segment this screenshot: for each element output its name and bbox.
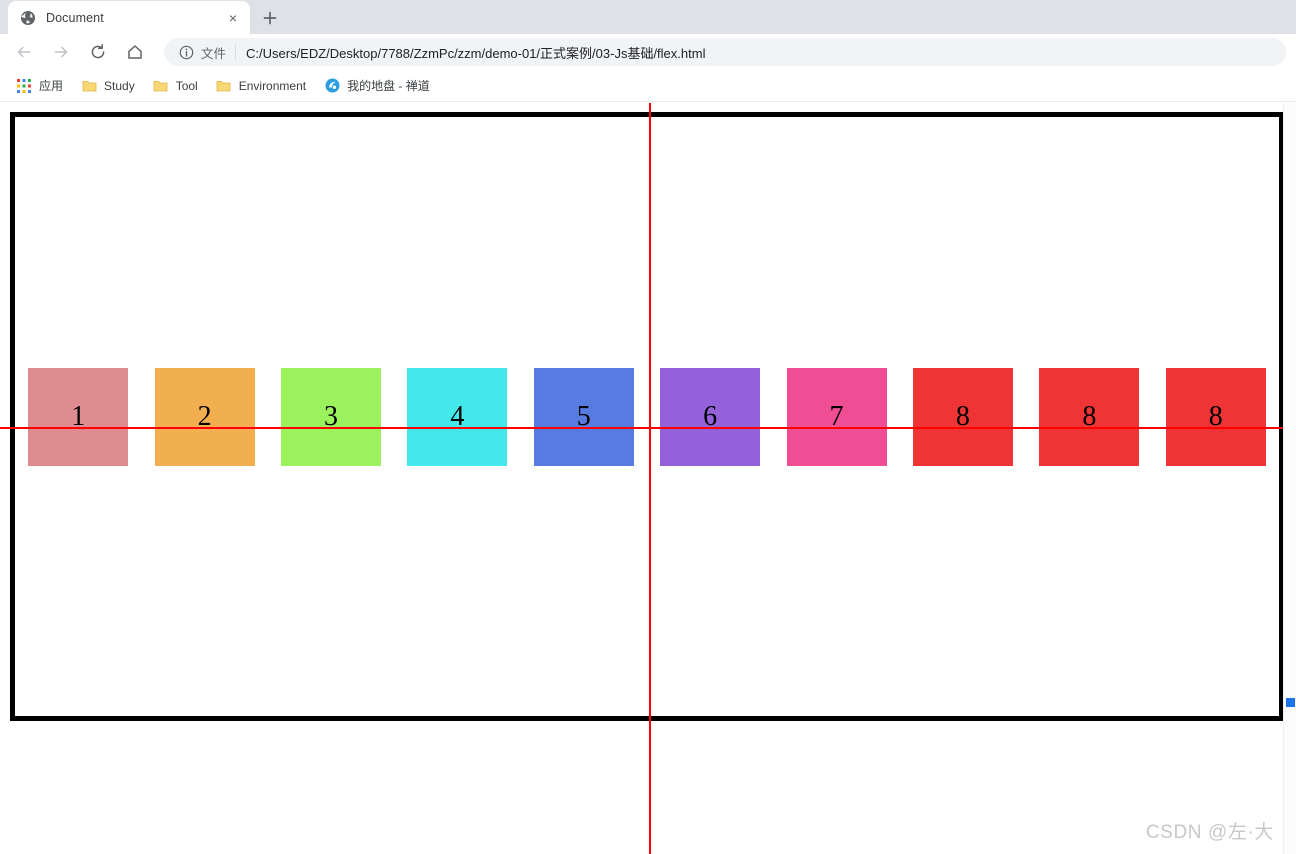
flex-item: 6	[660, 367, 761, 466]
browser-window: Document × 文件 C:/Users/EDZ/Desktop/7788/…	[0, 0, 1296, 854]
bookmark-label: 我的地盘 - 禅道	[347, 79, 430, 93]
flex-item: 5	[533, 367, 634, 466]
bookmark-label: Study	[104, 78, 135, 93]
flex-item-label: 8	[955, 400, 970, 432]
flex-item: 7	[786, 367, 887, 466]
flex-item-label: 4	[450, 400, 465, 432]
bookmark-label: Environment	[238, 78, 307, 93]
forward-button[interactable]	[47, 38, 75, 66]
plus-icon	[263, 11, 277, 25]
info-circle-icon[interactable]	[178, 44, 194, 60]
scrollbar-thumb[interactable]	[1286, 698, 1295, 707]
flex-item-label: 5	[576, 400, 591, 432]
flex-item: 8	[1039, 367, 1140, 466]
flex-item: 3	[280, 367, 381, 466]
watermark: CSDN @左·大	[1145, 822, 1274, 843]
bookmark-environment[interactable]: Environment	[208, 74, 314, 98]
page-scrollbar[interactable]	[1283, 103, 1296, 854]
close-icon[interactable]: ×	[224, 9, 242, 27]
folder-icon	[153, 78, 169, 94]
flex-item-label: 8	[1208, 400, 1223, 432]
browser-tab[interactable]: Document ×	[8, 1, 250, 34]
folder-icon	[81, 78, 97, 94]
arrow-right-icon	[54, 46, 68, 58]
back-button[interactable]	[10, 38, 38, 66]
address-bar[interactable]: 文件 C:/Users/EDZ/Desktop/7788/ZzmPc/zzm/d…	[164, 38, 1286, 66]
flex-container: 1 2 3 4 5 6 7 8 8 8	[10, 112, 1284, 721]
bookmark-zentao[interactable]: 我的地盘 - 禅道	[316, 74, 438, 98]
omnibox-divider	[235, 44, 237, 60]
page-viewport: 1 2 3 4 5 6 7 8 8 8 CSDN @左·大	[0, 103, 1296, 854]
reload-icon	[91, 43, 105, 59]
bookmarks-bar: 应用 Study Tool Environment 我的地盘 - 禅道	[0, 70, 1296, 102]
flex-item: 8	[912, 367, 1013, 466]
flex-item-label: 7	[829, 400, 844, 432]
flex-item-label: 6	[703, 400, 718, 432]
flex-item: 4	[407, 367, 508, 466]
home-button[interactable]	[121, 38, 149, 66]
bookmark-study[interactable]: Study	[73, 74, 143, 98]
flex-item: 1	[28, 367, 129, 466]
globe-icon	[20, 10, 36, 26]
flex-item: 8	[1165, 367, 1266, 466]
bookmark-tool[interactable]: Tool	[145, 74, 206, 98]
flex-item-label: 8	[1082, 400, 1097, 432]
browser-toolbar: 文件 C:/Users/EDZ/Desktop/7788/ZzmPc/zzm/d…	[0, 34, 1296, 70]
flex-item-label: 3	[323, 400, 338, 432]
folder-icon	[216, 78, 232, 94]
bookmark-label: 应用	[39, 79, 64, 93]
reload-button[interactable]	[84, 38, 112, 66]
arrow-left-icon	[17, 46, 31, 58]
apps-grid-icon	[16, 78, 32, 94]
bookmark-apps[interactable]: 应用	[8, 74, 71, 98]
tab-title: Document	[46, 10, 104, 25]
flex-item-label: 2	[197, 400, 212, 432]
bookmark-label: Tool	[175, 78, 198, 93]
url-text[interactable]: C:/Users/EDZ/Desktop/7788/ZzmPc/zzm/demo…	[246, 43, 705, 62]
url-scheme-label: 文件	[201, 46, 227, 61]
zentao-icon	[324, 78, 340, 94]
flex-item-label: 1	[71, 400, 86, 432]
new-tab-button[interactable]	[256, 4, 284, 32]
home-icon	[128, 45, 142, 59]
flex-item: 2	[154, 367, 255, 466]
tab-strip: Document ×	[0, 0, 1296, 34]
